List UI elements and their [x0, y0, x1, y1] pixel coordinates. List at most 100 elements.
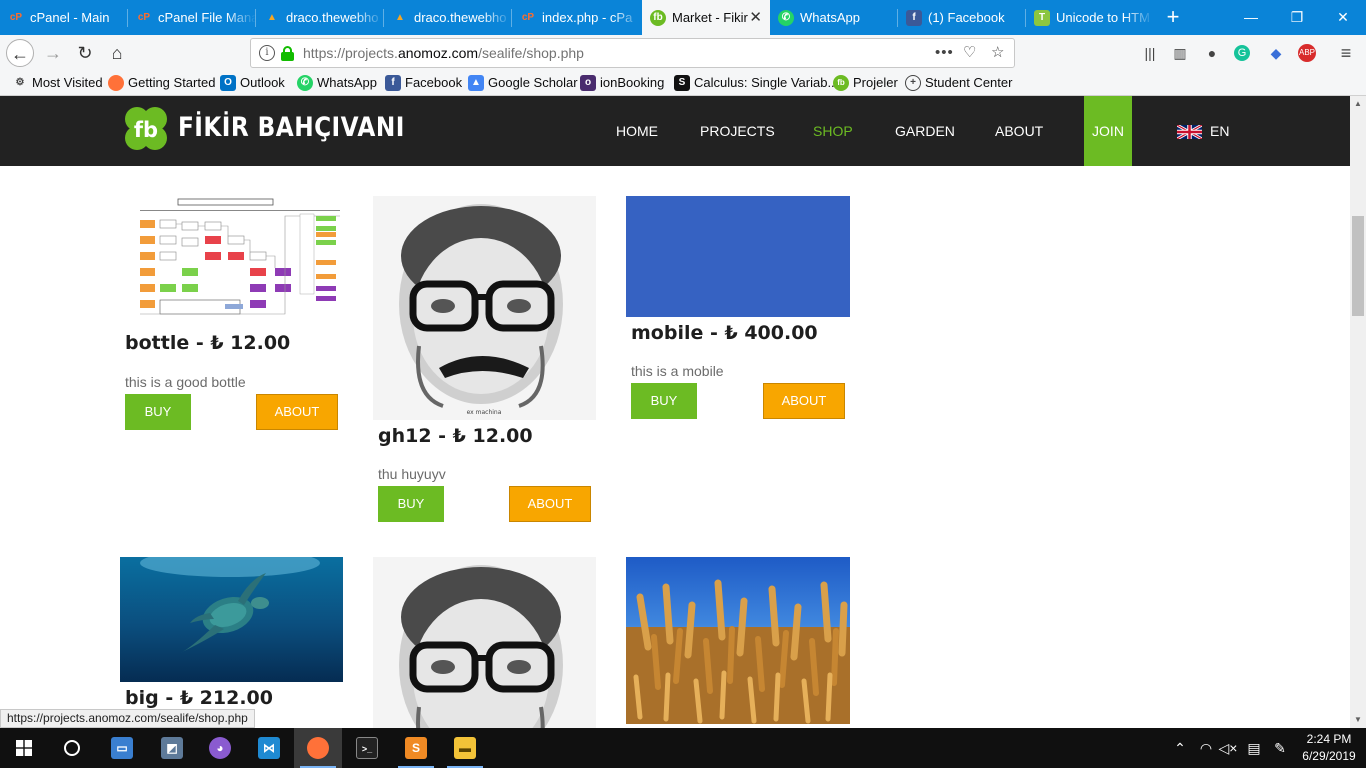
taskbar-monitor[interactable]: ◩ — [148, 728, 196, 768]
menu-icon[interactable]: ≡ — [1336, 43, 1356, 63]
volume-muted-icon[interactable]: ◁× — [1218, 728, 1238, 768]
uk-flag-icon[interactable] — [1177, 125, 1202, 139]
sublime-text-icon: S — [405, 737, 427, 759]
search-button[interactable] — [48, 728, 96, 768]
account-icon[interactable]: ● — [1202, 43, 1222, 63]
page-scrollbar[interactable]: ▲ ▼ — [1350, 96, 1366, 728]
taskbar-vscode[interactable]: ⋈ — [245, 728, 293, 768]
product-description: this is a good bottle — [125, 374, 246, 390]
info-icon[interactable]: i — [259, 45, 275, 61]
library-icon[interactable]: ||| — [1140, 43, 1160, 63]
extension-icon[interactable]: ◆ — [1266, 43, 1286, 63]
shop-content: bottle - ₺ 12.00 this is a good bottle B… — [0, 166, 1350, 728]
bookmark-ionbooking[interactable]: o ionBooking — [580, 71, 664, 95]
tab-cpanel-main[interactable]: cP cPanel - Main — [0, 0, 128, 35]
scroll-up-arrow-icon[interactable]: ▲ — [1350, 96, 1366, 112]
blue-square-image[interactable] — [626, 196, 850, 317]
bookmark-most-visited[interactable]: ⚙ Most Visited — [12, 71, 103, 95]
tab-draco-1[interactable]: ▲ draco.thewebho — [256, 0, 384, 35]
minimize-button[interactable]: — — [1228, 0, 1274, 35]
scroll-down-arrow-icon[interactable]: ▼ — [1350, 712, 1366, 728]
pen-workspace-icon[interactable]: ✎ — [1270, 728, 1290, 768]
tab-whatsapp[interactable]: ✆ WhatsApp — [770, 0, 898, 35]
grammarly-icon[interactable]: G — [1234, 45, 1250, 61]
page-actions-icon[interactable]: ••• — [935, 39, 954, 67]
close-tab-icon[interactable]: ✕ — [749, 0, 762, 35]
restore-button[interactable]: ❐ — [1274, 0, 1320, 35]
scroll-thumb[interactable] — [1352, 216, 1364, 316]
menu-language[interactable]: EN — [1210, 96, 1229, 166]
tab-draco-2[interactable]: ▲ draco.thewebho — [384, 0, 512, 35]
show-hidden-icons-icon[interactable]: ⌃ — [1170, 728, 1190, 768]
tab-label: Market - Fikir — [672, 10, 748, 25]
home-button[interactable]: ⌂ — [103, 39, 131, 67]
about-button[interactable]: ABOUT — [763, 383, 845, 419]
bookmark-google-scholar[interactable]: ▲ Google Scholar — [468, 71, 578, 95]
bookmark-projeler[interactable]: fb Projeler — [833, 71, 898, 95]
keyboard-icon[interactable]: ▤ — [1244, 728, 1264, 768]
menu-garden[interactable]: GARDEN — [895, 96, 955, 166]
portrait-sketch-image[interactable]: ex machina — [373, 196, 596, 420]
tab-unicode[interactable]: T Unicode to HTM — [1026, 0, 1154, 35]
pocket-icon[interactable]: ♡ — [963, 39, 976, 67]
address-bar[interactable]: i https://projects.anomoz.com/sealife/sh… — [250, 38, 1015, 68]
clock-time: 2:24 PM — [1306, 732, 1352, 746]
wheat-field-image[interactable] — [626, 557, 850, 724]
portrait-sketch-image[interactable] — [373, 557, 596, 728]
system-clock[interactable]: 2:24 PM 6/29/2019 — [1296, 731, 1362, 765]
product-title[interactable]: bottle - ₺ 12.00 — [125, 332, 290, 354]
logo-clover-icon[interactable]: fb — [120, 104, 172, 156]
clock-date: 6/29/2019 — [1302, 749, 1356, 763]
ionbooking-icon: o — [580, 75, 596, 91]
lock-icon[interactable] — [281, 46, 294, 61]
taskbar-firefox[interactable] — [294, 728, 342, 768]
fb-icon: fb — [650, 10, 666, 26]
sidebar-icon[interactable]: ▥ — [1170, 43, 1190, 63]
bookmark-student-center[interactable]: + Student Center — [905, 71, 1012, 95]
buy-button[interactable]: BUY — [378, 486, 444, 522]
bookmark-calculus[interactable]: S Calculus: Single Variab... — [674, 71, 838, 95]
adblock-icon[interactable]: ABP — [1298, 44, 1316, 62]
taskbar-file-explorer[interactable]: ▬ — [441, 728, 489, 768]
taskbar-terminal[interactable]: >_ — [343, 728, 391, 768]
tab-market-active[interactable]: fb Market - Fikir ✕ — [642, 0, 770, 35]
tab-index-php[interactable]: cP index.php - cPa — [512, 0, 642, 35]
outlook-icon: O — [220, 75, 236, 91]
bookmark-star-icon[interactable]: ☆ — [991, 39, 1004, 67]
site-header: fb FİKİR BAHÇIVANI HOME PROJECTS SHOP GA… — [0, 96, 1350, 166]
bookmark-outlook[interactable]: O Outlook — [220, 71, 285, 95]
about-button[interactable]: ABOUT — [509, 486, 591, 522]
taskbar-this-pc[interactable]: ▭ — [98, 728, 146, 768]
facebook-icon: f — [906, 10, 922, 26]
about-button[interactable]: ABOUT — [256, 394, 338, 430]
buy-button[interactable]: BUY — [631, 383, 697, 419]
new-tab-button[interactable]: + — [1160, 4, 1186, 30]
url-text[interactable]: https://projects.anomoz.com/sealife/shop… — [303, 39, 584, 67]
menu-shop[interactable]: SHOP — [813, 96, 853, 166]
forward-button[interactable]: → — [39, 39, 67, 67]
bookmark-whatsapp[interactable]: ✆ WhatsApp — [297, 71, 377, 95]
browser-tab-strip: cP cPanel - Main cP cPanel File Mana ▲ d… — [0, 0, 1366, 35]
menu-join[interactable]: JOIN — [1084, 96, 1132, 166]
buy-button[interactable]: BUY — [125, 394, 191, 430]
close-window-button[interactable]: ✕ — [1320, 0, 1366, 35]
bookmark-facebook[interactable]: f Facebook — [385, 71, 462, 95]
menu-about[interactable]: ABOUT — [995, 96, 1043, 166]
product-title[interactable]: mobile - ₺ 400.00 — [631, 322, 818, 344]
sea-turtle-image[interactable] — [120, 557, 343, 682]
menu-home[interactable]: HOME — [616, 96, 658, 166]
bookmark-getting-started[interactable]: Getting Started — [108, 71, 215, 95]
product-title[interactable]: big - ₺ 212.00 — [125, 687, 273, 709]
tab-cpanel-file-manager[interactable]: cP cPanel File Mana — [128, 0, 256, 35]
taskbar-github[interactable]: ◕ — [196, 728, 244, 768]
tab-facebook[interactable]: f (1) Facebook — [898, 0, 1026, 35]
back-button[interactable]: ← — [6, 39, 34, 67]
product-title[interactable]: gh12 - ₺ 12.00 — [378, 425, 533, 447]
flowchart-image[interactable] — [120, 196, 345, 326]
logo-text[interactable]: FİKİR BAHÇIVANI — [178, 112, 405, 143]
taskbar-sublime[interactable]: S — [392, 728, 440, 768]
wifi-icon[interactable]: ◠ — [1196, 728, 1216, 768]
menu-projects[interactable]: PROJECTS — [700, 96, 775, 166]
reload-button[interactable]: ↻ — [71, 39, 99, 67]
start-button[interactable] — [0, 728, 48, 768]
